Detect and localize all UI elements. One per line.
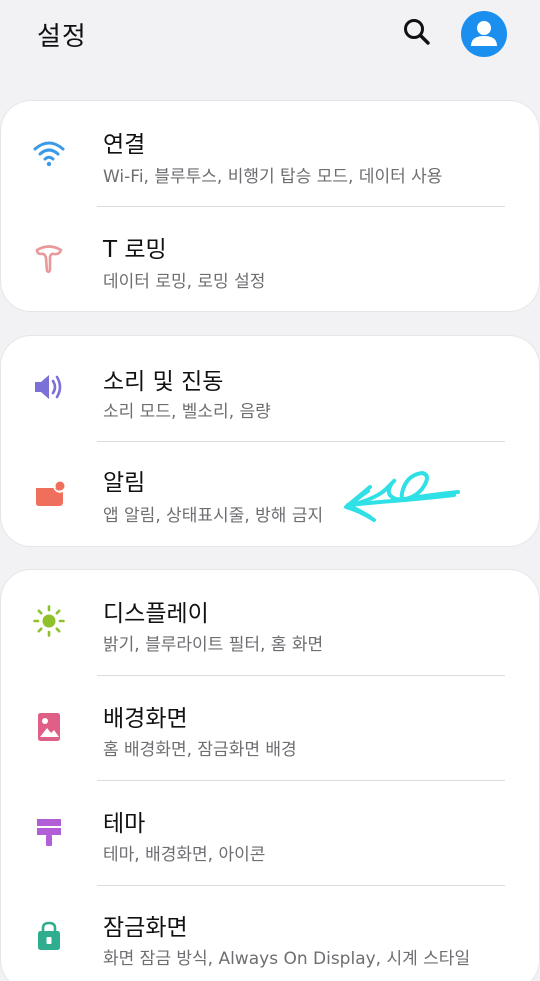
notification-icon — [36, 479, 66, 506]
settings-item-subtitle: 화면 잠금 방식, Always On Display, 시계 스타일 — [103, 949, 471, 969]
settings-item-subtitle: 앱 알림, 상태표시줄, 방해 금지 — [103, 506, 324, 526]
settings-item-label: 잠금화면 — [103, 915, 188, 941]
theme-brush-icon — [37, 819, 61, 846]
settings-item-display[interactable]: 디스플레이 밝기, 블루라이트 필터, 홈 화면 — [1, 570, 539, 675]
settings-item-label: 디스플레이 — [103, 601, 209, 627]
settings-item-connections[interactable]: 연결 Wi-Fi, 블루투스, 비행기 탑승 모드, 데이터 사용 — [1, 101, 539, 206]
search-button[interactable] — [401, 16, 433, 48]
wifi-icon — [33, 141, 65, 167]
settings-item-t-roaming[interactable]: T 로밍 데이터 로밍, 로밍 설정 — [1, 207, 539, 311]
settings-item-themes[interactable]: 테마 테마, 배경화면, 아이콘 — [1, 781, 539, 885]
settings-item-subtitle: 밝기, 블루라이트 필터, 홈 화면 — [103, 635, 324, 655]
top-bar: 설정 — [0, 0, 540, 72]
settings-item-label: 알림 — [103, 470, 146, 496]
settings-item-sound[interactable]: 소리 및 진동 소리 모드, 벨소리, 음량 — [1, 336, 539, 441]
search-icon — [404, 19, 430, 45]
settings-screen: 설정 연결 Wi-Fi, 블루투스, 비행기 탑승 모드, 데이터 사용 T 로… — [0, 0, 540, 981]
settings-item-label: 연결 — [103, 132, 146, 158]
settings-item-subtitle: 소리 모드, 벨소리, 음량 — [103, 402, 271, 422]
hand-drawn-arrow — [344, 471, 460, 522]
settings-item-subtitle: 테마, 배경화면, 아이콘 — [103, 845, 266, 865]
settings-item-subtitle: Wi-Fi, 블루투스, 비행기 탑승 모드, 데이터 사용 — [103, 167, 443, 187]
settings-item-wallpaper[interactable]: 배경화면 홈 배경화면, 잠금화면 배경 — [1, 676, 539, 780]
page-title: 설정 — [37, 22, 87, 52]
brightness-icon — [33, 605, 65, 637]
settings-item-subtitle: 홈 배경화면, 잠금화면 배경 — [103, 740, 297, 760]
settings-item-label: 테마 — [103, 811, 146, 837]
settings-item-lock-screen[interactable]: 잠금화면 화면 잠금 방식, Always On Display, 시계 스타일 — [1, 886, 539, 981]
wallpaper-icon — [38, 713, 60, 741]
settings-group-display: 디스플레이 밝기, 블루라이트 필터, 홈 화면 배경화면 홈 배경화면, 잠금… — [1, 570, 539, 981]
account-icon — [471, 21, 497, 46]
settings-item-label: T 로밍 — [103, 237, 167, 263]
settings-group-connections: 연결 Wi-Fi, 블루투스, 비행기 탑승 모드, 데이터 사용 T 로밍 데… — [1, 101, 539, 311]
settings-item-label: 소리 및 진동 — [103, 369, 224, 395]
lock-icon — [38, 921, 60, 950]
settings-item-label: 배경화면 — [103, 706, 188, 732]
settings-item-subtitle: 데이터 로밍, 로밍 설정 — [103, 272, 266, 292]
profile-button[interactable] — [461, 11, 507, 57]
t-roaming-icon — [35, 245, 63, 274]
speaker-icon — [35, 375, 62, 399]
